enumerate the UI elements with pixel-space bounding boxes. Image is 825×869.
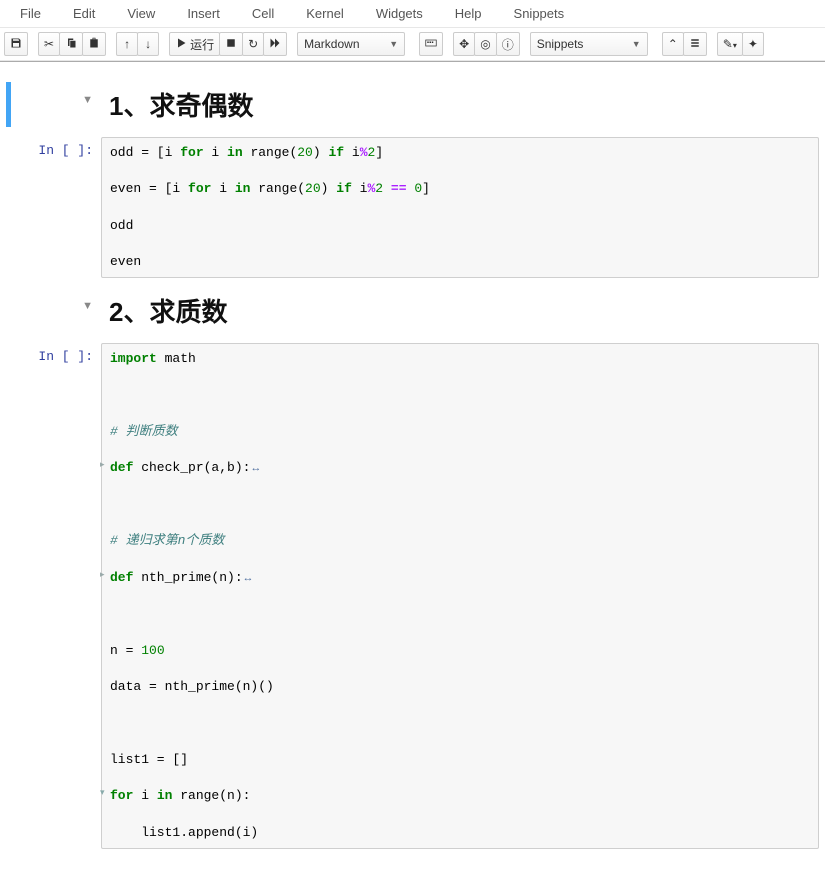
collapse-toggle-icon[interactable]: ▼ bbox=[82, 294, 93, 333]
code-input[interactable]: import math # 判断质数 ▸def check_pr(a,b):↔ … bbox=[101, 343, 819, 848]
menu-file[interactable]: File bbox=[4, 0, 57, 27]
move-up-button[interactable]: ↑ bbox=[116, 32, 138, 56]
input-prompt: In [ ]: bbox=[38, 143, 93, 278]
restart-icon: ↻ bbox=[248, 37, 258, 51]
move-button[interactable]: ✥ bbox=[453, 32, 475, 56]
toolbar: ✂ ↑ ↓ 运行 ↻ Markdown ▼ ✥ ◎ ⓘ Snippets ▼ bbox=[0, 28, 825, 61]
list-icon bbox=[689, 37, 701, 52]
info-icon: ⓘ bbox=[502, 36, 514, 53]
interrupt-button[interactable] bbox=[219, 32, 243, 56]
snippets-label: Snippets bbox=[537, 37, 584, 51]
cell-code-2[interactable]: In [ ]: import math # 判断质数 ▸def check_pr… bbox=[6, 343, 819, 848]
menu-snippets[interactable]: Snippets bbox=[498, 0, 581, 27]
save-button[interactable] bbox=[4, 32, 28, 56]
run-button-label: 运行 bbox=[190, 36, 214, 53]
paste-icon bbox=[88, 37, 100, 52]
cell-type-select[interactable]: Markdown ▼ bbox=[297, 32, 405, 56]
move-down-button[interactable]: ↓ bbox=[137, 32, 159, 56]
cell-markdown-2[interactable]: ▼ 2、求质数 bbox=[6, 288, 819, 333]
target-button[interactable]: ◎ bbox=[474, 32, 496, 56]
toc-up-button[interactable]: ⌃ bbox=[662, 32, 684, 56]
paste-button[interactable] bbox=[82, 32, 106, 56]
toc-list-button[interactable] bbox=[683, 32, 707, 56]
menu-view[interactable]: View bbox=[111, 0, 171, 27]
menu-insert[interactable]: Insert bbox=[171, 0, 236, 27]
target-icon: ◎ bbox=[480, 37, 490, 51]
markdown-rendered[interactable]: 2、求质数 bbox=[101, 288, 819, 333]
code-text: odd = [i for i in range(20) if i%2] even… bbox=[110, 144, 810, 271]
code-input[interactable]: odd = [i for i in range(20) if i%2] even… bbox=[101, 137, 819, 278]
menu-bar: File Edit View Insert Cell Kernel Widget… bbox=[0, 0, 825, 28]
caret-down-icon: ▼ bbox=[389, 39, 398, 49]
copy-icon bbox=[65, 37, 77, 52]
save-icon bbox=[10, 37, 22, 52]
stop-icon bbox=[225, 37, 237, 52]
brush-icon: ✎▾ bbox=[723, 37, 737, 51]
notebook-container: ▼ 1、求奇偶数 In [ ]: odd = [i for i in range… bbox=[0, 62, 825, 869]
markdown-rendered[interactable]: 1、求奇偶数 bbox=[101, 82, 819, 127]
menu-edit[interactable]: Edit bbox=[57, 0, 111, 27]
brush-button[interactable]: ✎▾ bbox=[717, 32, 743, 56]
snippets-select[interactable]: Snippets ▼ bbox=[530, 32, 648, 56]
play-icon bbox=[175, 37, 187, 52]
fast-forward-icon bbox=[269, 37, 281, 52]
command-palette-button[interactable] bbox=[419, 32, 443, 56]
cell-type-value: Markdown bbox=[304, 37, 359, 51]
keyboard-icon bbox=[425, 37, 437, 52]
copy-button[interactable] bbox=[59, 32, 83, 56]
cell-code-1[interactable]: In [ ]: odd = [i for i in range(20) if i… bbox=[6, 137, 819, 278]
restart-run-all-button[interactable] bbox=[263, 32, 287, 56]
collapse-toggle-icon[interactable]: ▼ bbox=[82, 88, 93, 127]
menu-help[interactable]: Help bbox=[439, 0, 498, 27]
code-text: import math # 判断质数 ▸def check_pr(a,b):↔ … bbox=[110, 350, 810, 841]
restart-button[interactable]: ↻ bbox=[242, 32, 264, 56]
heading-1: 1、求奇偶数 bbox=[109, 86, 811, 123]
arrow-up-icon: ↑ bbox=[124, 37, 130, 51]
menu-widgets[interactable]: Widgets bbox=[360, 0, 439, 27]
cut-button[interactable]: ✂ bbox=[38, 32, 60, 56]
run-button[interactable]: 运行 bbox=[169, 32, 220, 56]
move-icon: ✥ bbox=[459, 37, 469, 51]
cell-markdown-1[interactable]: ▼ 1、求奇偶数 bbox=[6, 82, 819, 127]
info-button[interactable]: ⓘ bbox=[496, 32, 520, 56]
menu-kernel[interactable]: Kernel bbox=[290, 0, 360, 27]
chevron-up-icon: ⌃ bbox=[668, 37, 678, 51]
heading-2: 2、求质数 bbox=[109, 292, 811, 329]
input-prompt: In [ ]: bbox=[38, 349, 93, 848]
eraser-icon: ✦ bbox=[748, 37, 758, 51]
caret-down-icon: ▼ bbox=[632, 39, 641, 49]
cut-icon: ✂ bbox=[44, 37, 54, 51]
menu-cell[interactable]: Cell bbox=[236, 0, 290, 27]
arrow-down-icon: ↓ bbox=[145, 37, 151, 51]
eraser-button[interactable]: ✦ bbox=[742, 32, 764, 56]
